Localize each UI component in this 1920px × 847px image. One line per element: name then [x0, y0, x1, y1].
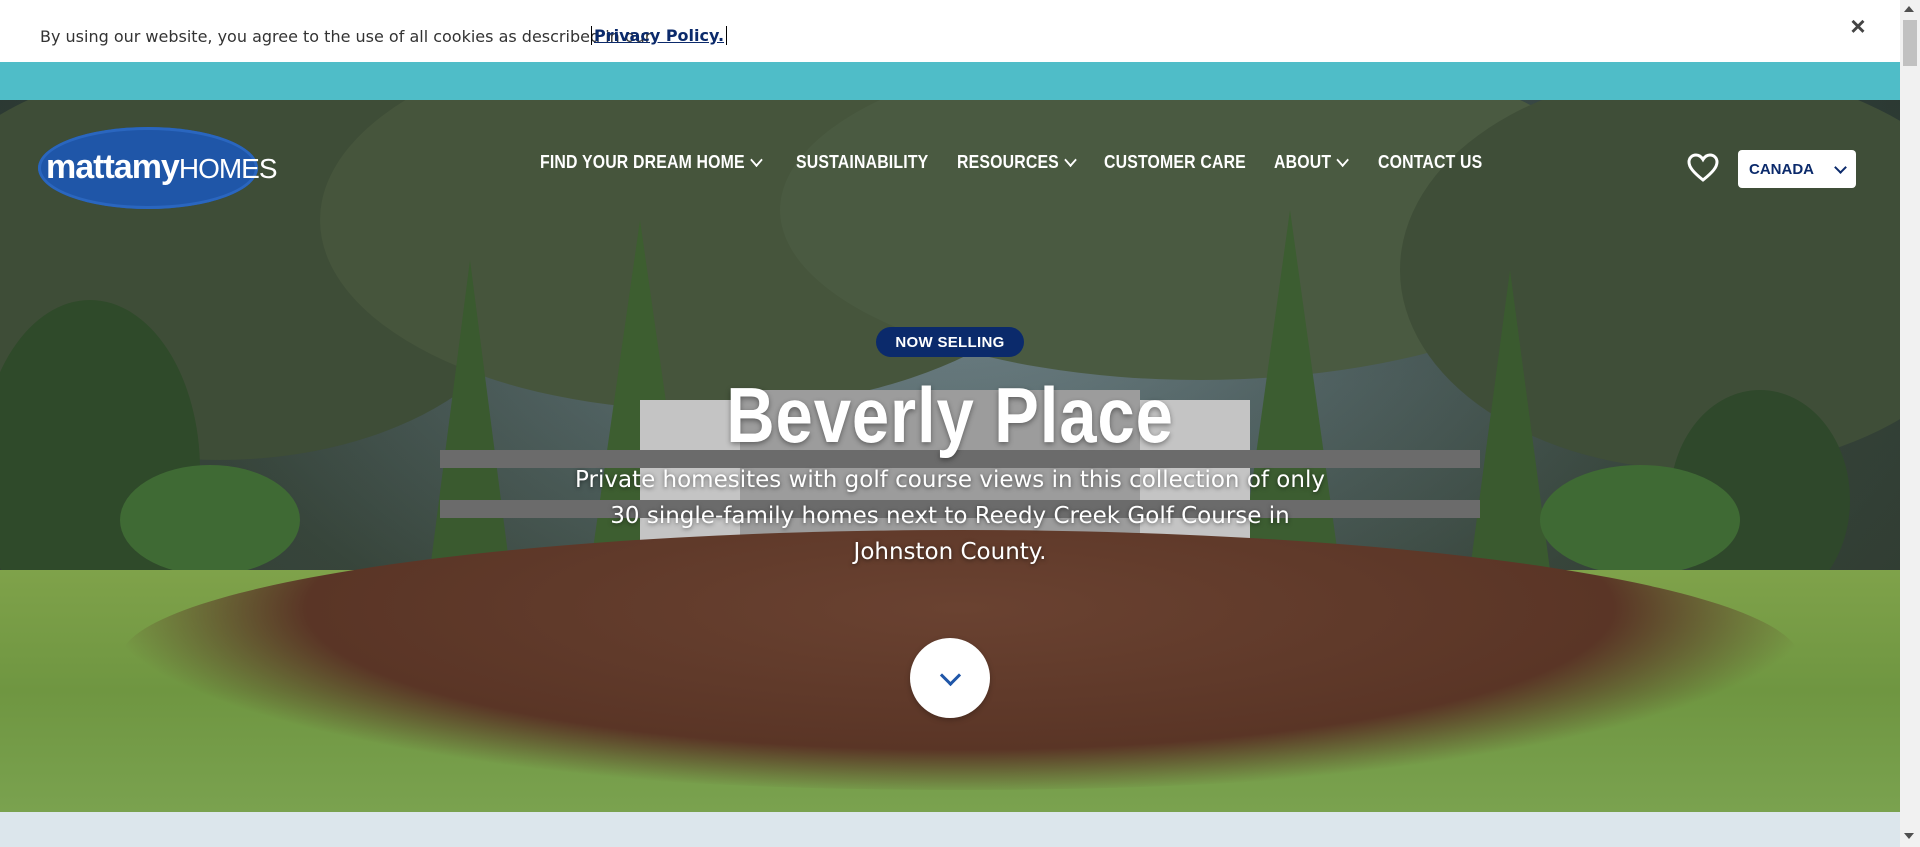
nav-about[interactable]: ABOUT — [1274, 152, 1350, 173]
chevron-down-icon — [939, 664, 961, 686]
nav-label: RESOURCES — [957, 152, 1060, 172]
logo-light-text: HOMES — [178, 153, 278, 184]
nav-label: CUSTOMER CARE — [1103, 152, 1246, 172]
privacy-policy-link[interactable]: Privacy Policy. — [591, 26, 728, 45]
nav-contact-us[interactable]: CONTACT US — [1378, 152, 1482, 173]
chevron-down-icon — [1834, 160, 1847, 174]
chevron-down-icon — [1064, 152, 1077, 168]
scroll-down-button[interactable] — [910, 638, 990, 718]
chevron-down-icon — [749, 152, 763, 168]
nav-label: FIND YOUR DREAM HOME — [540, 152, 745, 172]
country-selector[interactable]: CANADA — [1738, 150, 1856, 188]
logo-wordmark[interactable]: mattamyHOMES — [46, 148, 278, 187]
heart-icon[interactable] — [1687, 153, 1719, 183]
nav-label: CONTACT US — [1378, 152, 1483, 172]
cookie-message: By using our website, you agree to the u… — [40, 27, 652, 46]
scroll-down-arrow-icon[interactable] — [1904, 833, 1914, 839]
scrollbar-thumb[interactable] — [1903, 20, 1917, 66]
chevron-down-icon — [1336, 152, 1350, 168]
page-title: Beverly Place — [726, 371, 1174, 459]
close-icon[interactable]: × — [1846, 13, 1870, 39]
nav-label: ABOUT — [1274, 152, 1332, 172]
scrollbar[interactable] — [1900, 0, 1920, 847]
nav-customer-care[interactable]: CUSTOMER CARE — [1104, 152, 1246, 173]
scroll-up-arrow-icon[interactable] — [1904, 6, 1914, 12]
nav-label: SUSTAINABILITY — [795, 152, 929, 172]
nav-sustainability[interactable]: SUSTAINABILITY — [796, 152, 928, 173]
nav-resources[interactable]: RESOURCES — [957, 152, 1077, 173]
hero-subtitle: Private homesites with golf course views… — [575, 467, 1325, 565]
status-badge: NOW SELLING — [876, 327, 1024, 357]
country-label: CANADA — [1749, 160, 1814, 178]
main-nav: FIND YOUR DREAM HOME SUSTAINABILITY RESO… — [540, 152, 1522, 173]
nav-find-your-dream-home[interactable]: FIND YOUR DREAM HOME — [540, 152, 763, 173]
promo-banner — [0, 62, 1900, 100]
cookie-banner: By using our website, you agree to the u… — [0, 0, 1900, 62]
logo-bold-text: mattamy — [46, 148, 180, 186]
